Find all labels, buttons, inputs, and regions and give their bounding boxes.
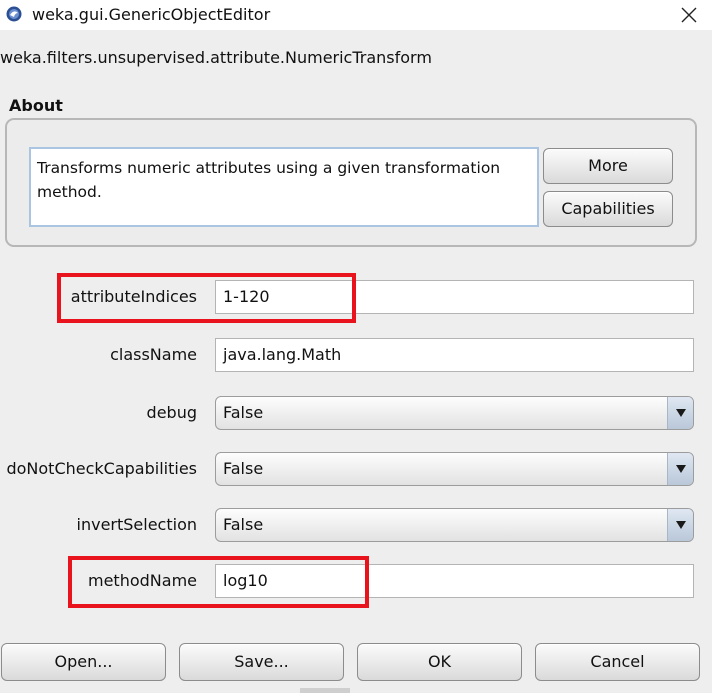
object-class-name: weka.filters.unsupervised.attribute.Nume… [0, 48, 432, 67]
method-name-highlight [68, 556, 369, 608]
cancel-button[interactable]: Cancel [535, 643, 700, 681]
weka-bird-icon [6, 6, 22, 22]
attribute-indices-highlight [57, 273, 356, 323]
triangle-down-icon [676, 521, 686, 529]
about-description: Transforms numeric attributes using a gi… [29, 147, 539, 227]
invert-selection-label: invertSelection [76, 515, 197, 534]
close-icon [681, 7, 697, 23]
window-titlebar: weka.gui.GenericObjectEditor [0, 0, 712, 30]
invert-selection-select[interactable]: False [215, 508, 694, 542]
ok-button[interactable]: OK [357, 643, 522, 681]
debug-dropdown-button[interactable] [667, 397, 693, 429]
class-name-input[interactable]: java.lang.Math [215, 338, 694, 372]
class-name-label: className [110, 345, 197, 364]
invert-selection-dropdown-button[interactable] [667, 509, 693, 541]
do-not-check-capabilities-label: doNotCheckCapabilities [6, 459, 197, 478]
do-not-check-capabilities-value: False [223, 459, 264, 478]
close-button[interactable] [666, 0, 712, 30]
save-button[interactable]: Save... [179, 643, 344, 681]
capabilities-button[interactable]: Capabilities [543, 191, 673, 227]
about-label: About [9, 96, 63, 115]
invert-selection-value: False [223, 515, 264, 534]
debug-label: debug [146, 403, 197, 422]
triangle-down-icon [676, 409, 686, 417]
open-button[interactable]: Open... [1, 643, 166, 681]
window-title: weka.gui.GenericObjectEditor [32, 5, 271, 24]
do-not-check-capabilities-dropdown-button[interactable] [667, 453, 693, 485]
more-button[interactable]: More [543, 148, 673, 184]
do-not-check-capabilities-select[interactable]: False [215, 452, 694, 486]
triangle-down-icon [676, 465, 686, 473]
debug-select[interactable]: False [215, 396, 694, 430]
scroll-stub [300, 688, 350, 693]
debug-select-value: False [223, 403, 264, 422]
